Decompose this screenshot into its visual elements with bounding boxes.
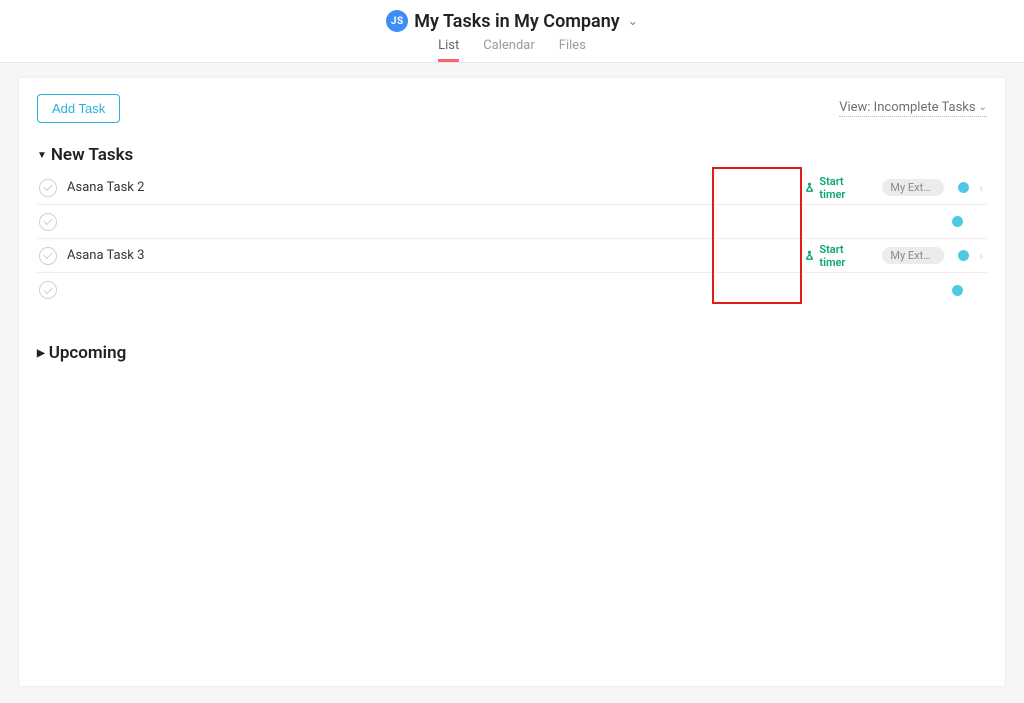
view-selector-label: View: Incomplete Tasks: [839, 100, 975, 115]
assignee-avatar[interactable]: [958, 250, 969, 261]
project-pill[interactable]: My Extern...: [882, 247, 944, 264]
start-timer-button[interactable]: Start timer: [796, 239, 872, 273]
section-header-upcoming[interactable]: ▶ Upcoming: [37, 335, 987, 369]
task-title[interactable]: Asana Task 3: [67, 248, 144, 263]
complete-check-icon[interactable]: [39, 247, 57, 265]
section-header-new-tasks[interactable]: ▼ New Tasks: [37, 137, 987, 171]
chevron-down-icon[interactable]: ⌄: [628, 14, 638, 28]
tab-files[interactable]: Files: [559, 38, 586, 62]
section-upcoming: ▶ Upcoming: [19, 335, 1005, 369]
assignee-avatar[interactable]: [952, 216, 963, 227]
chevron-right-icon[interactable]: ›: [979, 249, 983, 263]
assignee-avatar[interactable]: [952, 285, 963, 296]
section-title: Upcoming: [49, 343, 127, 363]
title-row[interactable]: JS My Tasks in My Company ⌄: [386, 10, 638, 32]
card-toolbar: Add Task View: Incomplete Tasks ⌄: [19, 94, 1005, 137]
chevron-right-icon[interactable]: ›: [979, 181, 983, 195]
task-title[interactable]: Asana Task 2: [67, 180, 144, 195]
task-row[interactable]: [37, 273, 987, 307]
task-row[interactable]: Asana Task 2 Start timer My Extern... ›: [37, 171, 987, 205]
timer-icon: [804, 250, 815, 261]
triangle-down-icon: ▼: [37, 150, 47, 161]
section-title: New Tasks: [51, 145, 133, 165]
tab-list[interactable]: List: [438, 38, 459, 62]
start-timer-button[interactable]: Start timer: [796, 171, 872, 205]
add-task-button[interactable]: Add Task: [37, 94, 120, 123]
triangle-right-icon: ▶: [37, 348, 45, 359]
assignee-avatar[interactable]: [958, 182, 969, 193]
view-selector[interactable]: View: Incomplete Tasks ⌄: [839, 100, 987, 117]
start-timer-label: Start timer: [819, 175, 864, 201]
timer-icon: [804, 182, 815, 193]
task-card: Add Task View: Incomplete Tasks ⌄ ▼ New …: [18, 77, 1006, 687]
start-timer-label: Start timer: [819, 243, 864, 269]
top-header: JS My Tasks in My Company ⌄ List Calenda…: [0, 0, 1024, 63]
project-pill[interactable]: My Extern...: [882, 179, 944, 196]
tabs: List Calendar Files: [438, 38, 586, 62]
main-area: Add Task View: Incomplete Tasks ⌄ ▼ New …: [0, 63, 1024, 701]
section-new-tasks: ▼ New Tasks Asana Task 2 Start timer My …: [19, 137, 1005, 307]
page-title: My Tasks in My Company: [414, 11, 619, 32]
complete-check-icon[interactable]: [39, 179, 57, 197]
task-row[interactable]: Asana Task 3 Start timer My Extern... ›: [37, 239, 987, 273]
user-avatar-badge[interactable]: JS: [386, 10, 408, 32]
tab-calendar[interactable]: Calendar: [483, 38, 535, 62]
complete-check-icon[interactable]: [39, 281, 57, 299]
task-row[interactable]: [37, 205, 987, 239]
complete-check-icon[interactable]: [39, 213, 57, 231]
chevron-down-icon: ⌄: [979, 102, 987, 113]
